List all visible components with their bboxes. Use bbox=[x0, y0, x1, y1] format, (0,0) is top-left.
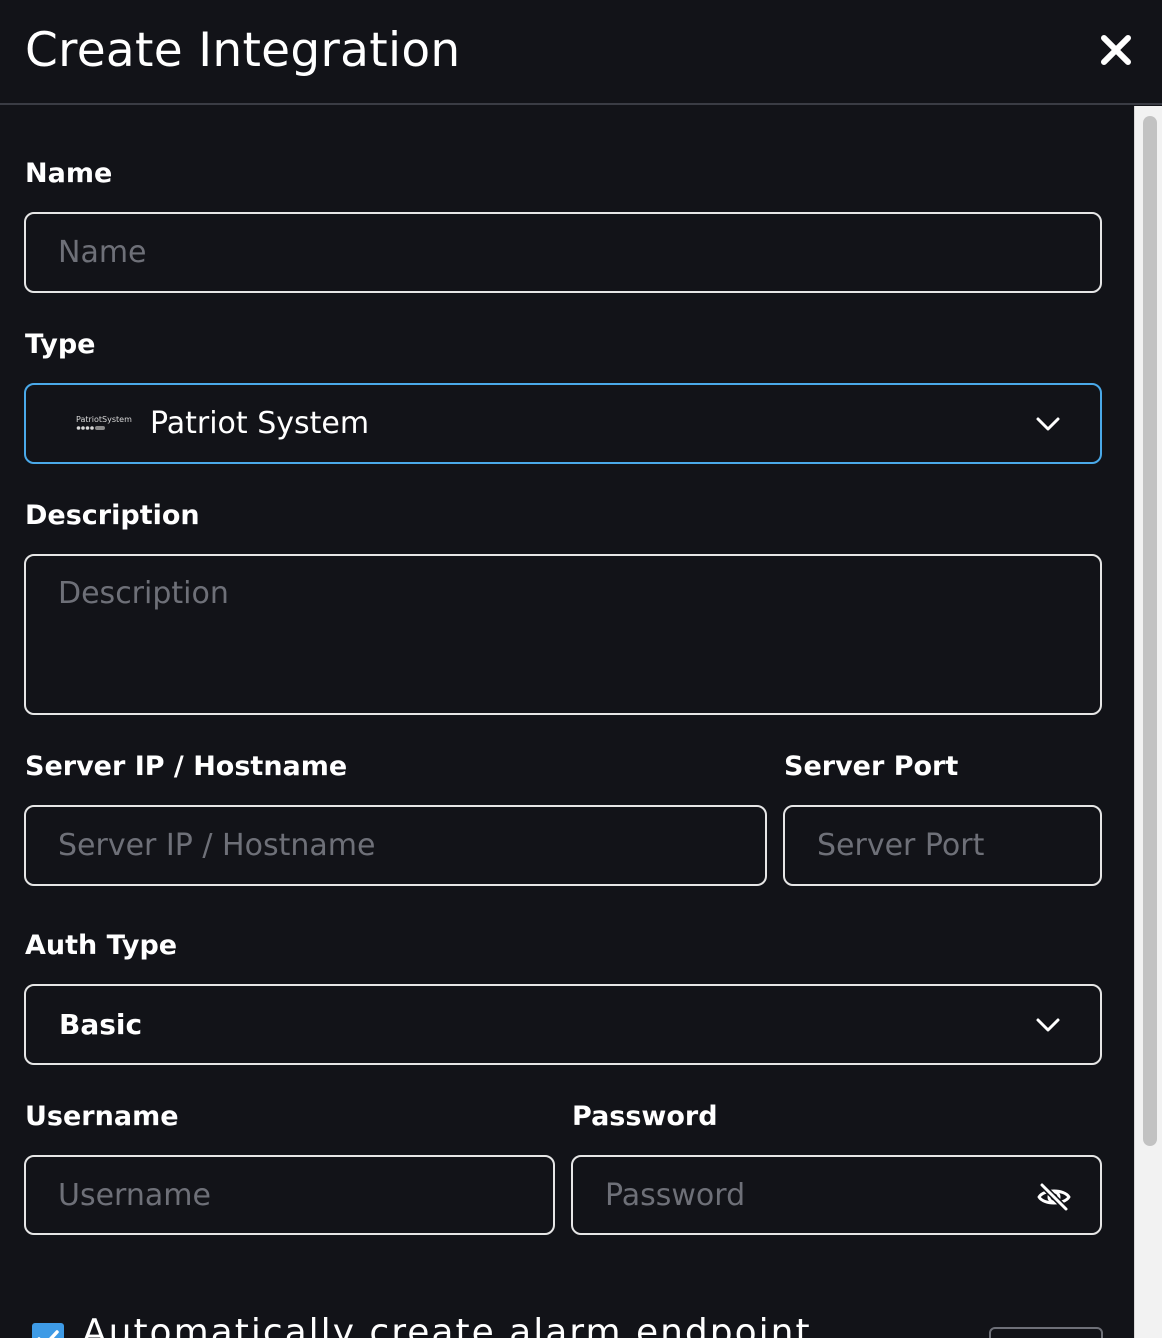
server-port-input[interactable] bbox=[785, 807, 1100, 884]
type-select-value: Patriot System bbox=[150, 406, 370, 441]
name-label: Name bbox=[25, 158, 113, 189]
close-button[interactable] bbox=[1096, 30, 1136, 70]
description-field-box bbox=[24, 554, 1102, 715]
auto-create-label: Automatically create alarm endpoint bbox=[82, 1312, 812, 1338]
type-label: Type bbox=[25, 329, 96, 360]
create-integration-dialog: Create Integration Name Type PatriotSyst… bbox=[0, 0, 1162, 1338]
auth-type-select[interactable]: Basic bbox=[24, 984, 1102, 1065]
name-field-box bbox=[24, 212, 1102, 293]
server-port-field-box bbox=[783, 805, 1102, 886]
name-input[interactable] bbox=[26, 214, 1100, 291]
auto-create-checkbox[interactable] bbox=[32, 1323, 64, 1338]
server-host-field-box bbox=[24, 805, 767, 886]
password-input[interactable] bbox=[573, 1157, 1100, 1233]
type-select[interactable]: PatriotSystems Patriot System bbox=[24, 383, 1102, 464]
check-icon bbox=[37, 1330, 59, 1338]
server-port-label: Server Port bbox=[784, 751, 959, 782]
description-label: Description bbox=[25, 500, 200, 531]
patriot-systems-logo-icon: PatriotSystems bbox=[76, 415, 132, 430]
chevron-down-icon bbox=[1036, 417, 1060, 431]
server-host-label: Server IP / Hostname bbox=[25, 751, 348, 782]
username-label: Username bbox=[25, 1101, 179, 1132]
username-field-box bbox=[24, 1155, 555, 1235]
auto-create-side-control[interactable] bbox=[989, 1327, 1103, 1338]
scrollbar-thumb[interactable] bbox=[1143, 116, 1157, 1146]
scrollbar-track[interactable] bbox=[1134, 106, 1162, 1338]
chevron-down-icon bbox=[1036, 1018, 1060, 1032]
password-label: Password bbox=[572, 1101, 718, 1132]
auth-type-select-value: Basic bbox=[59, 1008, 143, 1041]
password-field-box bbox=[571, 1155, 1102, 1235]
description-textarea[interactable] bbox=[26, 556, 1100, 713]
toggle-password-visibility-button[interactable] bbox=[1036, 1179, 1072, 1215]
dialog-header: Create Integration bbox=[0, 0, 1162, 105]
server-host-input[interactable] bbox=[26, 807, 765, 884]
close-icon bbox=[1101, 35, 1131, 65]
dialog-title: Create Integration bbox=[25, 23, 461, 78]
username-input[interactable] bbox=[26, 1157, 553, 1233]
eye-off-icon bbox=[1037, 1182, 1071, 1212]
patriot-logo-text: PatriotSystems bbox=[76, 415, 132, 424]
auth-type-label: Auth Type bbox=[25, 930, 178, 961]
